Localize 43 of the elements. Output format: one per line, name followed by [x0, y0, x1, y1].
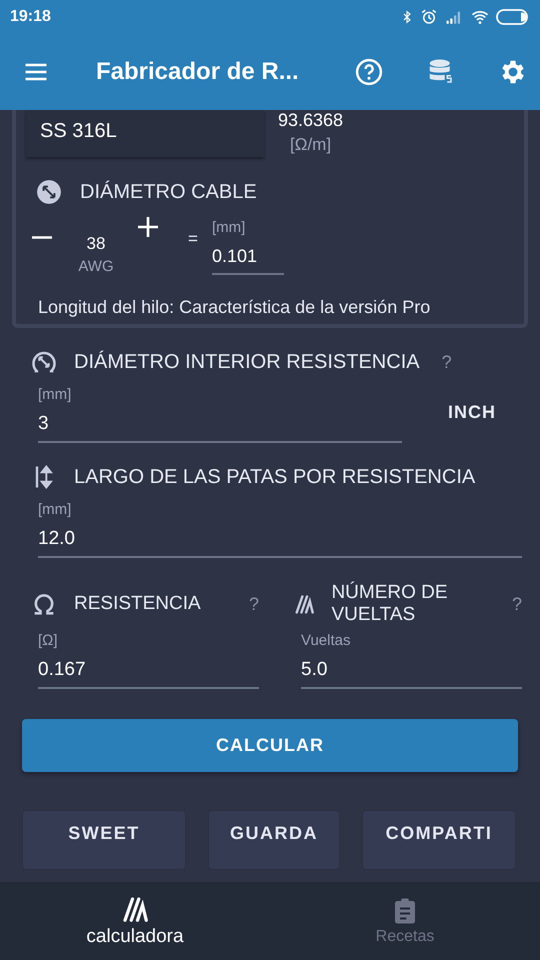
- material-dropdown[interactable]: SS 316L: [26, 110, 264, 157]
- plus-icon: [136, 215, 160, 239]
- unit-label: [mm]: [38, 386, 72, 403]
- unit-label: [Ω/m]: [290, 135, 332, 155]
- pro-feature-note: Longitud del hilo: Característica de la versión Pro: [38, 297, 432, 318]
- field-title: NÚMERO DE VUELTAS: [331, 582, 449, 626]
- help-link[interactable]: ?: [248, 594, 259, 614]
- gauge-value: 38: [86, 234, 106, 254]
- unit-label: [mm]: [38, 501, 72, 518]
- help-link[interactable]: ?: [442, 352, 452, 372]
- battery-icon: [496, 8, 530, 26]
- minus-icon: [32, 236, 52, 239]
- field-title: LARGO DE LAS PATAS POR RESISTENCIA: [74, 466, 476, 488]
- status-time: 19:18: [10, 8, 51, 26]
- nav-tab[interactable]: calculadora: [0, 882, 270, 960]
- field-title: RESISTENCIA: [74, 593, 201, 615]
- unit-label: Vueltas: [301, 632, 352, 649]
- increase-button[interactable]: [136, 215, 160, 239]
- alarm-icon: [420, 8, 438, 26]
- equals-sign: =: [188, 229, 198, 249]
- diameter-field[interactable]: 0.101: [212, 236, 284, 275]
- help-link[interactable]: ?: [512, 594, 522, 614]
- action-button[interactable]: GUARDA: [208, 810, 340, 870]
- unit-label: AWG: [78, 258, 114, 275]
- input-field[interactable]: 12.0: [38, 518, 522, 558]
- input-field[interactable]: 3: [38, 403, 402, 443]
- calculate-button[interactable]: CALCULAR: [22, 719, 518, 772]
- help-icon: [354, 57, 384, 87]
- input-field[interactable]: 5.0: [301, 649, 522, 689]
- help-button[interactable]: [354, 57, 384, 87]
- wifi-icon: [470, 8, 490, 26]
- action-button[interactable]: COMPARTI: [362, 810, 516, 870]
- unit-label: [Ω]: [38, 632, 59, 649]
- resistance-value: 93.6368: [278, 110, 344, 131]
- section-title: DIÁMETRO CABLE: [80, 180, 257, 204]
- unit-label: [mm]: [212, 219, 246, 236]
- decrease-button[interactable]: [32, 236, 52, 239]
- inch-button[interactable]: INCH: [442, 401, 502, 424]
- field-title: DIÁMETRO INTERIOR RESISTENCIA: [74, 350, 420, 374]
- input-field[interactable]: 0.167: [38, 649, 259, 689]
- diameter-icon: [36, 179, 62, 205]
- app-title: Fabricador de R...: [96, 58, 300, 86]
- action-button[interactable]: SWEET: [22, 810, 186, 870]
